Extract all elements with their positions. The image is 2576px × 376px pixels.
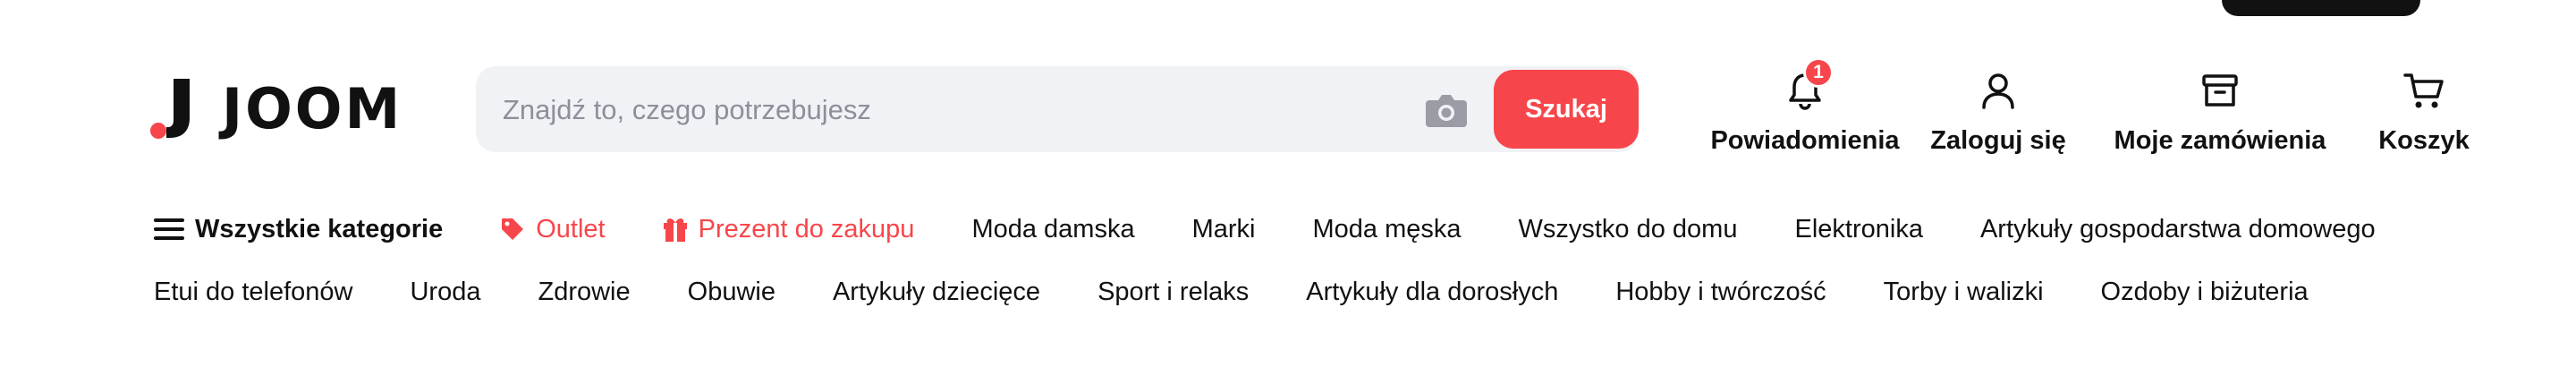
search-bar: Szukaj xyxy=(476,66,1639,154)
nav-jewelry[interactable]: Ozdoby i biżuteria xyxy=(2101,278,2309,307)
nav-brands[interactable]: Marki xyxy=(1192,215,1256,244)
nav-women-fashion[interactable]: Moda damska xyxy=(971,215,1134,244)
nav-bags[interactable]: Torby i walizki xyxy=(1884,278,2044,307)
notifications-button[interactable]: 1 Powiadomienia xyxy=(1692,57,1918,156)
notifications-label: Powiadomienia xyxy=(1710,126,1900,155)
joom-logo[interactable]: JOOM xyxy=(150,75,419,141)
nav-kids[interactable]: Artykuły dziecięce xyxy=(833,278,1040,307)
nav-gift[interactable]: Prezent do zakupu xyxy=(663,214,915,244)
tag-icon xyxy=(500,217,525,242)
category-row-1: Wszystkie kategorie Outlet Prezent do za… xyxy=(154,206,2433,252)
nav-electronics[interactable]: Elektronika xyxy=(1794,215,1922,244)
login-label: Zaloguj się xyxy=(1930,126,2066,155)
cart-label: Koszyk xyxy=(2378,126,2470,155)
box-icon xyxy=(2202,73,2238,107)
nav-shoes[interactable]: Obuwie xyxy=(688,278,775,307)
nav-gift-label: Prezent do zakupu xyxy=(698,214,915,244)
nav-beauty[interactable]: Uroda xyxy=(410,278,480,307)
menu-icon xyxy=(154,218,184,241)
user-icon xyxy=(1982,73,2014,109)
nav-home[interactable]: Wszystko do domu xyxy=(1519,215,1738,244)
all-categories-label: Wszystkie kategorie xyxy=(195,214,444,244)
category-row-2: Etui do telefonów Uroda Zdrowie Obuwie A… xyxy=(154,269,2366,315)
nav-household[interactable]: Artykuły gospodarstwa domowego xyxy=(1980,215,2376,244)
search-button[interactable]: Szukaj xyxy=(1494,70,1639,149)
nav-sport[interactable]: Sport i relaks xyxy=(1097,278,1249,307)
site-header: JOOM Szukaj 1 Powiadomienia xyxy=(0,0,2576,179)
orders-button[interactable]: Moje zamówienia xyxy=(2111,57,2329,156)
gift-icon xyxy=(663,216,688,243)
nav-outlet-label: Outlet xyxy=(536,214,606,244)
nav-health[interactable]: Zdrowie xyxy=(538,278,630,307)
nav-hobby[interactable]: Hobby i twórczość xyxy=(1615,278,1826,307)
logo-text: JOOM xyxy=(222,75,403,141)
nav-outlet[interactable]: Outlet xyxy=(500,214,606,244)
orders-label: Moje zamówienia xyxy=(2114,126,2326,155)
nav-adult[interactable]: Artykuły dla dorosłych xyxy=(1306,278,1558,307)
cart-icon xyxy=(2403,73,2444,107)
cart-button[interactable]: Koszyk xyxy=(2370,57,2478,156)
notification-badge: 1 xyxy=(1803,57,1834,88)
nav-men-fashion[interactable]: Moda męska xyxy=(1312,215,1461,244)
camera-icon[interactable] xyxy=(1426,90,1467,129)
logo-mark-icon xyxy=(150,79,190,139)
all-categories-button[interactable]: Wszystkie kategorie xyxy=(154,215,443,244)
nav-phone-cases[interactable]: Etui do telefonów xyxy=(154,278,352,307)
search-input[interactable] xyxy=(501,66,1435,154)
login-button[interactable]: Zaloguj się xyxy=(1927,57,2070,156)
